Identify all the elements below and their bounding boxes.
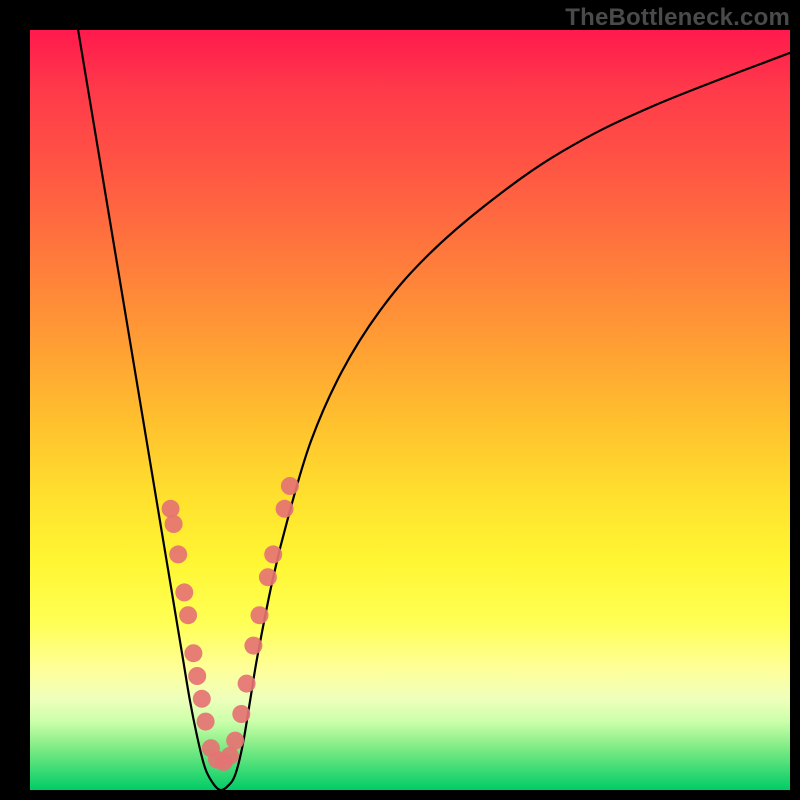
curve-marker <box>175 583 193 601</box>
attribution-text: TheBottleneck.com <box>565 4 790 32</box>
curve-marker <box>232 705 250 723</box>
plot-area <box>30 30 790 790</box>
curve-marker <box>179 606 197 624</box>
curve-marker <box>193 690 211 708</box>
curve-layer <box>30 30 790 790</box>
curve-marker <box>197 713 215 731</box>
curve-marker <box>169 545 187 563</box>
curve-marker <box>259 568 277 586</box>
curve-marker <box>165 515 183 533</box>
curve-marker <box>251 606 269 624</box>
curve-marker <box>226 732 244 750</box>
curve-marker <box>276 500 294 518</box>
curve-marker <box>281 477 299 495</box>
curve-marker <box>264 545 282 563</box>
curve-marker <box>162 500 180 518</box>
curve-markers <box>162 477 299 771</box>
curve-marker <box>238 675 256 693</box>
curve-marker <box>184 644 202 662</box>
bottleneck-curve-path <box>76 30 790 790</box>
curve-marker <box>244 637 262 655</box>
chart-frame: TheBottleneck.com <box>0 0 800 800</box>
curve-marker <box>188 667 206 685</box>
